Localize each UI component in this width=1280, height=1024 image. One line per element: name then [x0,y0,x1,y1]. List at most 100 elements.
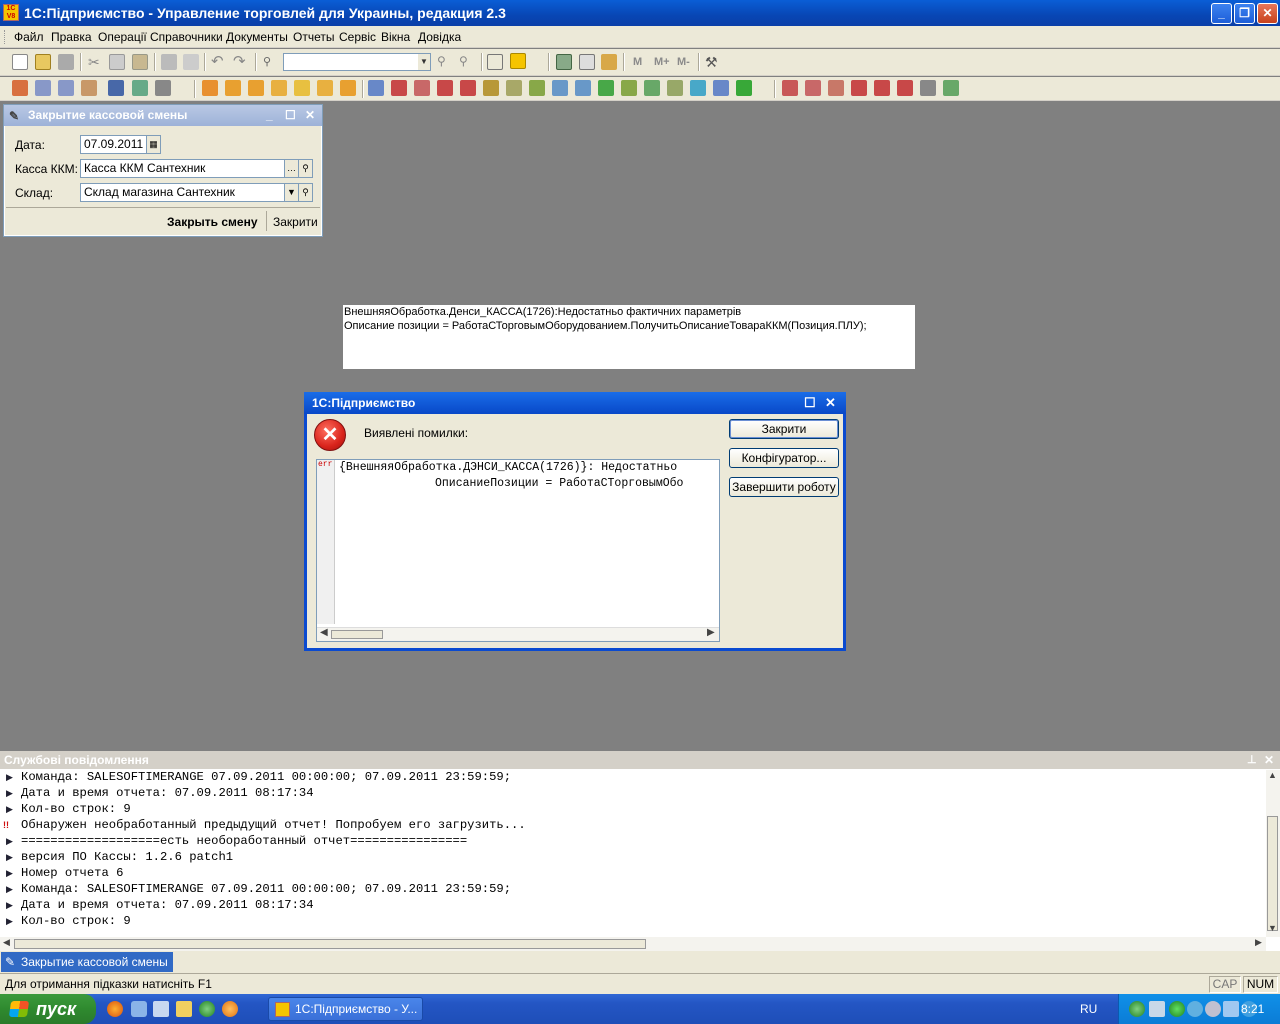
windows-icon[interactable] [487,54,503,70]
toolbar-icon[interactable] [202,80,218,96]
print-icon[interactable] [161,54,177,70]
icq-icon[interactable] [1169,1001,1185,1017]
calculator-icon[interactable] [556,54,572,70]
toolbar-icon[interactable] [782,80,798,96]
scroll-right-icon[interactable]: ▶ [707,627,715,638]
toolbar-icon[interactable] [667,80,683,96]
vertical-scrollbar[interactable]: ▲ ▼ [1266,770,1280,937]
date-field[interactable]: 07.09.2011 [80,135,148,154]
memory-minus-button[interactable]: M- [677,56,690,68]
toolbar-icon[interactable] [828,80,844,96]
form-maximize-button[interactable]: ☐ [285,105,296,126]
memory-plus-button[interactable]: M+ [654,56,670,68]
close-app-button[interactable]: ✕ [1257,3,1278,24]
menu-windows[interactable]: Вікна [381,30,410,44]
new-icon[interactable] [12,54,28,70]
toolbar-icon[interactable] [155,80,171,96]
toolbar-icon[interactable] [317,80,333,96]
scroll-down-icon[interactable]: ▼ [1268,923,1277,933]
app-icon[interactable] [222,1001,238,1017]
chevron-down-icon[interactable]: ▼ [284,183,299,202]
folder-icon[interactable] [176,1001,192,1017]
toolbar-icon[interactable] [58,80,74,96]
toolbar-icon[interactable] [598,80,614,96]
toolbar-icon[interactable] [12,80,28,96]
form-close-text-button[interactable]: Закрити [273,215,318,229]
toolbar-icon[interactable] [225,80,241,96]
menu-reports[interactable]: Отчеты [293,30,334,44]
scroll-right-icon[interactable]: ▶ [1255,937,1262,948]
toolbar-icon[interactable] [248,80,264,96]
memory-button[interactable]: M [633,56,642,68]
open-search-icon[interactable]: ⚲ [298,183,313,202]
dialog-close-button[interactable]: ✕ [825,392,836,414]
toolbar-icon[interactable] [368,80,384,96]
network-icon[interactable] [1149,1001,1165,1017]
close-icon[interactable]: ✕ [1264,751,1274,769]
toolbar-icon[interactable] [736,80,752,96]
toolbar-icon[interactable] [108,80,124,96]
dialog-maximize-button[interactable]: ☐ [804,392,816,414]
volume-icon[interactable] [1223,1001,1239,1017]
toolbar-icon[interactable] [506,80,522,96]
close-shift-button[interactable]: Закрыть смену [167,215,258,229]
menu-file[interactable]: Файл [14,30,44,44]
form-minimize-button[interactable]: _ [266,105,273,126]
toolbar-icon[interactable] [552,80,568,96]
toolbar-icon[interactable] [621,80,637,96]
tools-icon[interactable]: ⚒ [705,54,721,70]
utorrent-icon[interactable] [199,1001,215,1017]
open-icon[interactable] [35,54,51,70]
kassa-field[interactable]: Касса ККМ Сантехник [80,159,286,178]
utorrent-tray-icon[interactable] [1129,1001,1145,1017]
paste-icon[interactable] [132,54,148,70]
exit-button[interactable]: Завершити роботу [729,477,839,497]
horizontal-scrollbar[interactable]: ◀ ▶ [0,937,1266,951]
minimize-button[interactable]: _ [1211,3,1232,24]
find-next-icon[interactable]: ⚲ [437,54,453,70]
menu-help[interactable]: Довідка [418,30,461,44]
save-icon[interactable] [58,54,74,70]
scroll-thumb[interactable] [331,630,383,639]
form-close-button[interactable]: ✕ [305,105,315,126]
menu-edit[interactable]: Правка [51,30,92,44]
chevron-down-icon[interactable]: ▼ [418,54,430,70]
horizontal-scrollbar[interactable]: ◀ ▶ [317,627,719,641]
toolbar-icon[interactable] [713,80,729,96]
toolbar-icon[interactable] [437,80,453,96]
toolbar-icon[interactable] [805,80,821,96]
firefox-icon[interactable] [107,1001,123,1017]
tab-close-shift[interactable]: ✎ Закрытие кассовой смены [1,952,173,972]
toolbar-icon[interactable] [132,80,148,96]
toolbar-icon[interactable] [575,80,591,96]
language-indicator[interactable]: RU [1080,1002,1097,1016]
open-search-icon[interactable]: ⚲ [298,159,313,178]
toolbar-icon[interactable] [851,80,867,96]
toolbar-icon[interactable] [483,80,499,96]
menu-catalogs[interactable]: Справочники [150,30,223,44]
undo-icon[interactable]: ↶ [211,54,227,70]
toolbar-icon[interactable] [897,80,913,96]
copy-icon[interactable] [109,54,125,70]
1c-help-icon[interactable] [510,53,526,69]
tray-icon[interactable] [1205,1001,1221,1017]
configurator-button[interactable]: Конфігуратор... [729,448,839,468]
find-icon[interactable]: ⚲ [263,54,279,70]
sklad-field[interactable]: Склад магазина Сантехник [80,183,286,202]
toolbar-icon[interactable] [460,80,476,96]
toolbar-icon[interactable] [874,80,890,96]
user-icon[interactable] [601,54,617,70]
toolbar-icon[interactable] [271,80,287,96]
calendar-icon[interactable]: ▦ [146,135,161,154]
dialog-close-button-main[interactable]: Закрити [729,419,839,439]
find-prev-icon[interactable]: ⚲ [459,54,475,70]
toolbar-icon[interactable] [294,80,310,96]
toolbar-icon[interactable] [414,80,430,96]
notepad-icon[interactable] [153,1001,169,1017]
search-combo[interactable]: ▼ [283,53,431,71]
toolbar-icon[interactable] [81,80,97,96]
menu-operations[interactable]: Операції [98,30,147,44]
calendar-icon[interactable] [579,54,595,70]
select-ellipsis-icon[interactable]: … [284,159,299,178]
toolbar-icon[interactable] [340,80,356,96]
